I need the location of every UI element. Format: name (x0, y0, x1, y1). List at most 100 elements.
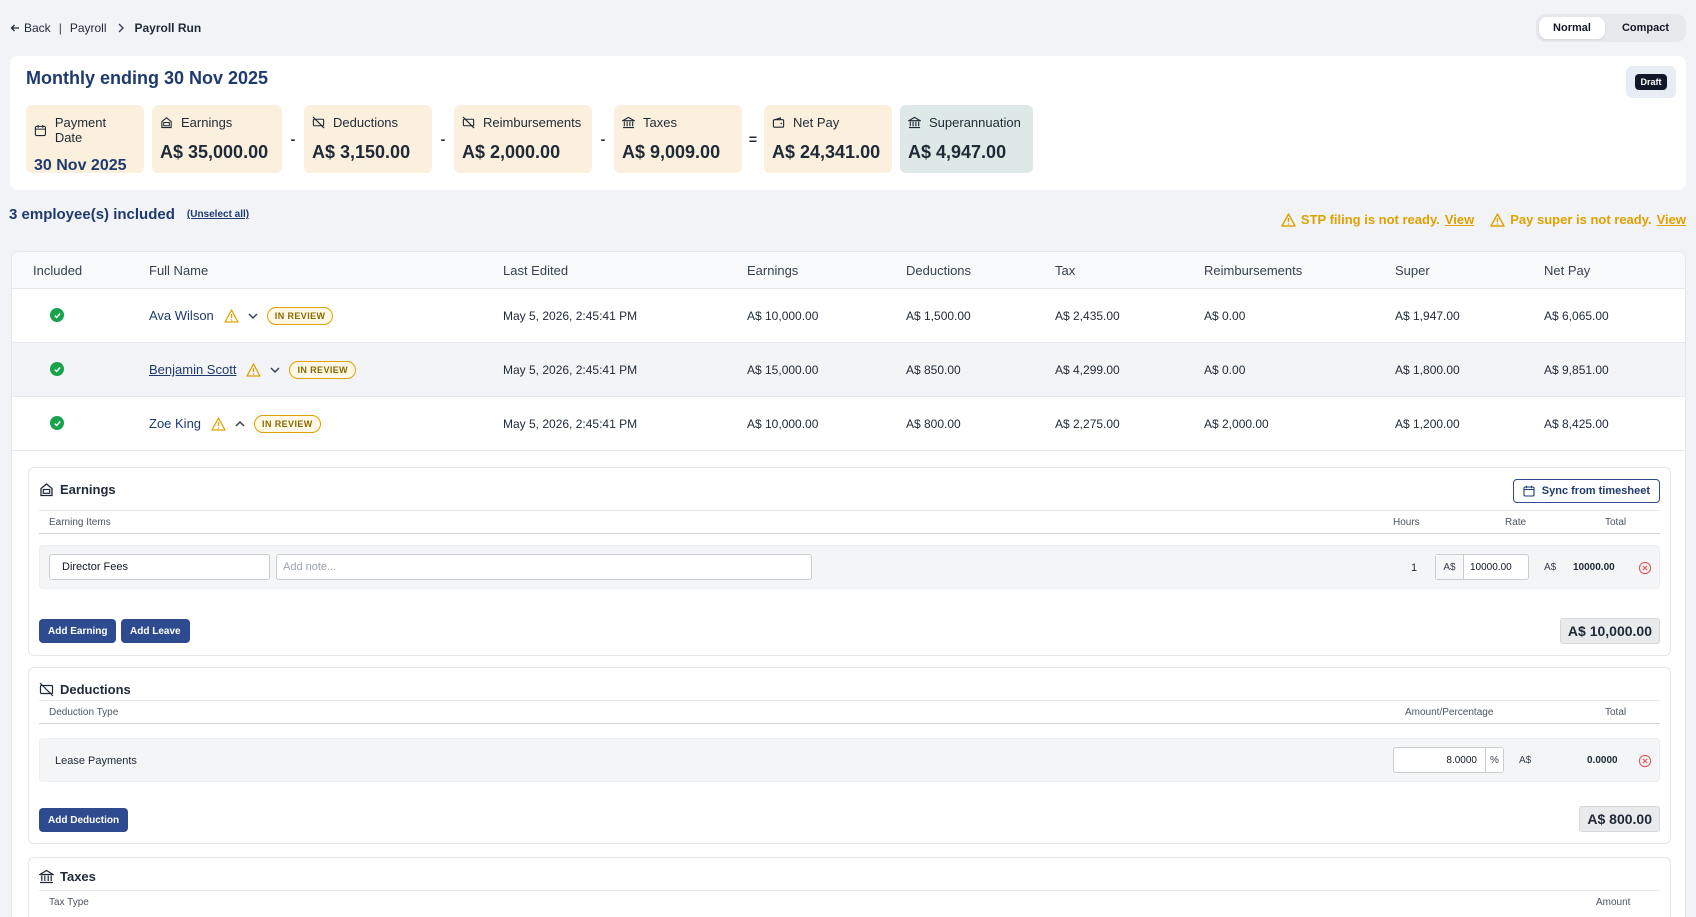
tile-deductions: Deductions A$ 3,150.00 (304, 105, 432, 173)
chevron-up-icon[interactable] (234, 418, 246, 430)
deductions-total: A$ 800.00 (1579, 806, 1660, 832)
tile-taxes: Taxes A$ 9,009.00 (614, 105, 742, 173)
tile-value: A$ 35,000.00 (160, 142, 269, 162)
bank-icon (39, 869, 54, 884)
stp-warning: STP filing is not ready. View (1281, 212, 1474, 227)
breadcrumb-payroll[interactable]: Payroll (70, 21, 107, 35)
employee-name[interactable]: Ava Wilson (149, 308, 214, 323)
warning-icon (1281, 212, 1296, 227)
operator-minus: - (600, 131, 606, 147)
add-earning-button[interactable]: Add Earning (39, 619, 117, 643)
add-leave-button[interactable]: Add Leave (121, 619, 190, 643)
earning-note-field[interactable]: Add note... (276, 554, 812, 580)
rate-value: 10000.00 (1470, 561, 1512, 573)
included-check-icon[interactable] (50, 416, 64, 431)
col-rate: Rate (1505, 516, 1527, 528)
header-full-name[interactable]: Full Name (149, 263, 503, 278)
operator-minus: - (440, 131, 446, 147)
back-label: Back (24, 21, 51, 35)
cell-net-pay: A$ 6,065.00 (1544, 308, 1609, 323)
remove-circle-icon[interactable] (1638, 561, 1652, 575)
included-check-icon[interactable] (50, 362, 64, 377)
tile-label: Deductions (333, 115, 399, 130)
col-tax-type: Tax Type (49, 897, 89, 908)
page-title: Monthly ending 30 Nov 2025 (26, 68, 269, 88)
table-row[interactable]: Zoe King IN REVIEW May 5, 2026, 2:45:41 … (12, 397, 1685, 451)
employee-name[interactable]: Zoe King (149, 416, 201, 431)
hours-value[interactable]: 1 (1411, 562, 1417, 574)
tile-superannuation: Superannuation A$ 4,947.00 (900, 105, 1033, 173)
tile-label: Reimbursements (483, 115, 582, 130)
cell-net-pay: A$ 9,851.00 (1544, 362, 1609, 377)
money-bag-icon (161, 117, 172, 129)
tile-value: A$ 2,000.00 (462, 142, 561, 162)
header-tax[interactable]: Tax (1055, 263, 1204, 278)
deduction-item-row: Lease Payments 8.0000 % A$ 0.0000 (39, 738, 1660, 782)
back-link[interactable]: Back (10, 21, 51, 35)
tile-value: A$ 24,341.00 (772, 142, 881, 162)
rate-currency: A$ (1436, 555, 1464, 579)
calendar-icon (34, 124, 46, 136)
unselect-all-link[interactable]: (Unselect all) (187, 209, 249, 220)
top-bar: Back | Payroll Payroll Run Normal Compac… (0, 0, 1696, 56)
employee-detail-panel: Earnings Sync from timesheet Earning Ite… (11, 451, 1686, 917)
cell-earnings: A$ 10,000.00 (747, 416, 819, 431)
rate-field[interactable]: A$ 10000.00 (1435, 554, 1529, 580)
col-total: Total (1605, 706, 1627, 718)
density-toggle: Normal Compact (1536, 14, 1686, 42)
arrow-left-icon (10, 24, 19, 32)
header-earnings[interactable]: Earnings (747, 263, 906, 278)
sync-timesheet-button[interactable]: Sync from timesheet (1512, 479, 1660, 503)
earnings-card-header: Earnings (39, 482, 116, 497)
status-badge: IN REVIEW (289, 360, 357, 379)
table-row[interactable]: Benjamin Scott IN REVIEW May 5, 2026, 2:… (12, 343, 1685, 397)
cell-earnings: A$ 10,000.00 (747, 308, 819, 323)
sync-label: Sync from timesheet (1541, 485, 1650, 497)
density-normal[interactable]: Normal (1539, 17, 1605, 39)
total-currency: A$ (1544, 562, 1557, 573)
earning-item-row: Director Fees Add note... 1 A$ 10000.00 … (39, 545, 1660, 589)
employee-name[interactable]: Benjamin Scott (149, 362, 236, 377)
deduction-name: Lease Payments (55, 755, 137, 767)
chevron-down-icon[interactable] (247, 310, 259, 322)
earnings-column-header: Earning Items Hours Rate Total (39, 510, 1660, 534)
header-last-edited[interactable]: Last Edited (503, 263, 747, 278)
taxes-column-header: Tax Type Amount (39, 890, 1660, 914)
cell-last-edited: May 5, 2026, 2:45:41 PM (503, 308, 638, 323)
cell-net-pay: A$ 8,425.00 (1544, 416, 1609, 431)
cell-tax: A$ 4,299.00 (1055, 362, 1120, 377)
stp-view-link[interactable]: View (1445, 212, 1474, 227)
density-compact[interactable]: Compact (1608, 17, 1683, 39)
status-badge: IN REVIEW (266, 306, 334, 325)
deductions-card: Deductions Deduction Type Amount/Percent… (28, 667, 1671, 844)
col-amount: Amount (1596, 897, 1631, 908)
header-deductions[interactable]: Deductions (906, 263, 1055, 278)
status-badge: Draft (1635, 74, 1667, 90)
stp-warning-text: STP filing is not ready. (1300, 212, 1440, 227)
tile-label: Taxes (643, 115, 677, 130)
header-reimbursements[interactable]: Reimbursements (1204, 263, 1395, 278)
cell-earnings: A$ 15,000.00 (747, 362, 819, 377)
super-view-link[interactable]: View (1657, 212, 1686, 227)
deduction-amount-field[interactable]: 8.0000 % (1393, 747, 1504, 773)
super-warning: Pay super is not ready. View (1490, 212, 1686, 227)
chevron-down-icon[interactable] (269, 364, 281, 376)
deduction-total: 0.0000 (1587, 755, 1618, 766)
cell-deductions: A$ 1,500.00 (906, 308, 971, 323)
table-row[interactable]: Ava Wilson IN REVIEW May 5, 2026, 2:45:4… (12, 289, 1685, 343)
earning-item-name-field[interactable]: Director Fees (49, 554, 270, 580)
cell-last-edited: May 5, 2026, 2:45:41 PM (503, 416, 638, 431)
breadcrumb-separator: | (58, 21, 62, 35)
status-badge-wrap: Draft (1626, 66, 1676, 98)
employee-count: 3 employee(s) included (9, 206, 175, 223)
col-hours: Hours (1393, 516, 1420, 528)
calendar-sync-icon (1523, 485, 1535, 497)
warning-icon (246, 362, 262, 377)
remove-circle-icon[interactable] (1638, 754, 1652, 768)
warning-icon (1490, 212, 1505, 227)
included-check-icon[interactable] (50, 308, 64, 323)
header-super[interactable]: Super (1395, 263, 1544, 278)
add-deduction-button[interactable]: Add Deduction (39, 808, 129, 832)
header-net-pay[interactable]: Net Pay (1544, 263, 1664, 278)
pay-run-summary: Monthly ending 30 Nov 2025 Draft Payment… (10, 56, 1686, 190)
